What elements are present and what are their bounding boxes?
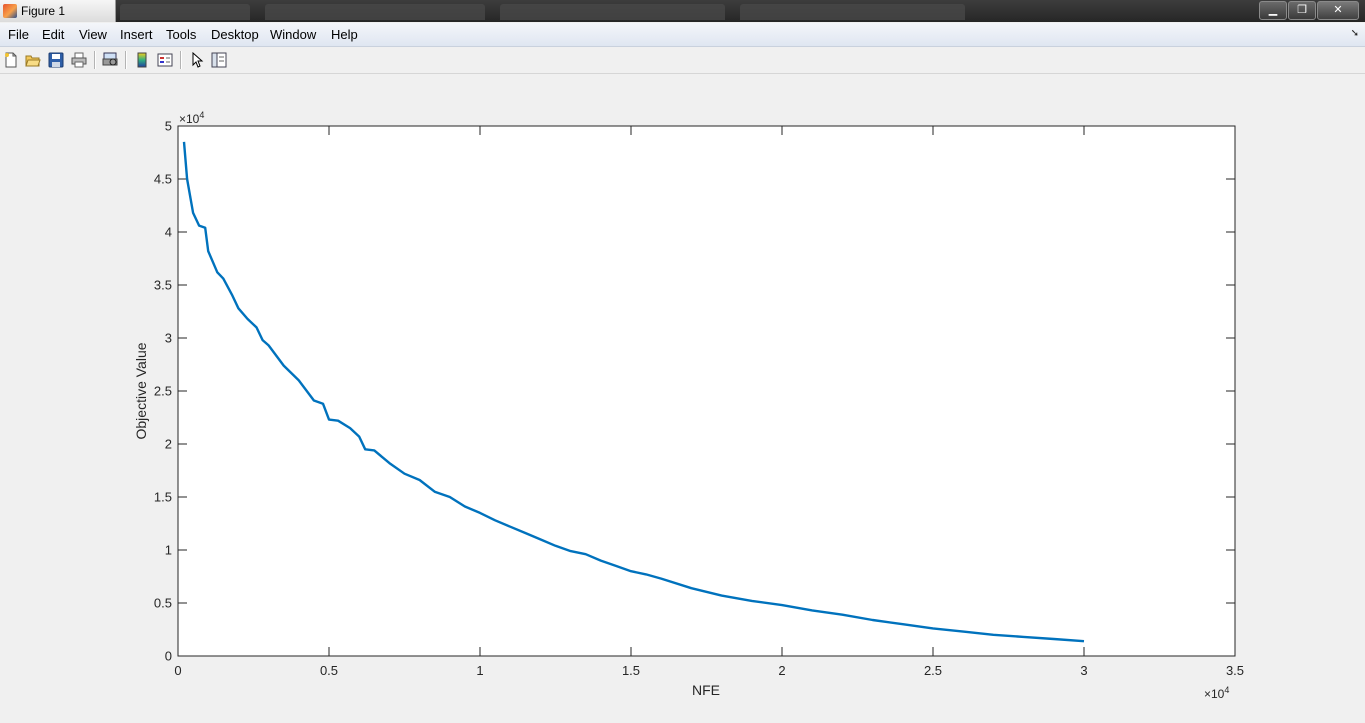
dock-arrow-icon[interactable]: ➘ <box>1351 28 1359 39</box>
y-tick-label: 5 <box>165 119 172 134</box>
menu-insert[interactable]: Insert <box>120 27 153 42</box>
x-axis-label: NFE <box>692 682 720 698</box>
background-tab <box>500 4 725 20</box>
matlab-icon <box>3 4 17 18</box>
x-tick-label: 2 <box>778 663 785 678</box>
window-title: Figure 1 <box>21 4 66 18</box>
menu-window[interactable]: Window <box>270 27 316 42</box>
x-tick-label: 2.5 <box>924 663 942 678</box>
print-preview-icon[interactable] <box>101 51 119 69</box>
y-tick-label: 1 <box>165 543 172 558</box>
close-button[interactable]: ✕ <box>1317 1 1359 20</box>
y-exponent-label: ×104 <box>179 110 204 126</box>
x-tick-label: 3 <box>1080 663 1087 678</box>
y-tick-label: 2 <box>165 437 172 452</box>
y-tick-label: 0.5 <box>154 596 172 611</box>
y-tick-label: 4 <box>165 225 172 240</box>
x-tick-label: 0 <box>174 663 181 678</box>
save-icon[interactable] <box>47 51 65 69</box>
background-tab <box>740 4 965 20</box>
legend-icon[interactable] <box>156 51 174 69</box>
print-icon[interactable] <box>70 51 88 69</box>
y-tick-label: 2.5 <box>154 384 172 399</box>
background-tab <box>265 4 485 20</box>
menu-bar: File Edit View Insert Tools Desktop Wind… <box>0 23 1365 47</box>
toolbar-separator <box>125 51 127 69</box>
new-figure-icon[interactable] <box>2 51 20 69</box>
window-title-area: Figure 1 <box>0 0 116 22</box>
y-tick-label: 3 <box>165 331 172 346</box>
menu-tools[interactable]: Tools <box>166 27 196 42</box>
figure-canvas[interactable]: 0 0.5 1 1.5 2 2.5 3 3.5 0 0.5 1 1.5 2 2.5 3 3.5 4 4.5 5 O… <box>0 74 1365 723</box>
x-exponent-label: ×104 <box>1204 685 1229 701</box>
x-tick-label: 1 <box>476 663 483 678</box>
menu-help[interactable]: Help <box>331 27 358 42</box>
colorbar-icon[interactable] <box>133 51 151 69</box>
x-tick-label: 1.5 <box>622 663 640 678</box>
toolbar-separator <box>180 51 182 69</box>
minimize-button[interactable]: ▁ <box>1259 1 1287 20</box>
y-tick-label: 1.5 <box>154 490 172 505</box>
y-axis-label: Objective Value <box>133 342 149 439</box>
menu-edit[interactable]: Edit <box>42 27 64 42</box>
open-file-icon[interactable] <box>24 51 42 69</box>
menu-file[interactable]: File <box>8 27 29 42</box>
axes-box[interactable] <box>177 125 1236 657</box>
y-tick-label: 0 <box>165 649 172 664</box>
restore-button[interactable]: ❐ <box>1288 1 1316 20</box>
window-controls: ▁ ❐ ✕ <box>1258 1 1359 20</box>
figure-toolbar <box>0 47 1365 74</box>
x-tick-label: 3.5 <box>1226 663 1244 678</box>
y-tick-label: 4.5 <box>154 172 172 187</box>
y-tick-label: 3.5 <box>154 278 172 293</box>
background-tab <box>120 4 250 20</box>
plot-browser-icon[interactable] <box>210 51 228 69</box>
toolbar-separator <box>94 51 96 69</box>
menu-view[interactable]: View <box>79 27 107 42</box>
menu-desktop[interactable]: Desktop <box>211 27 259 42</box>
title-bar: Figure 1 ▁ ❐ ✕ <box>0 0 1365 22</box>
pointer-icon[interactable] <box>188 51 206 69</box>
x-tick-label: 0.5 <box>320 663 338 678</box>
